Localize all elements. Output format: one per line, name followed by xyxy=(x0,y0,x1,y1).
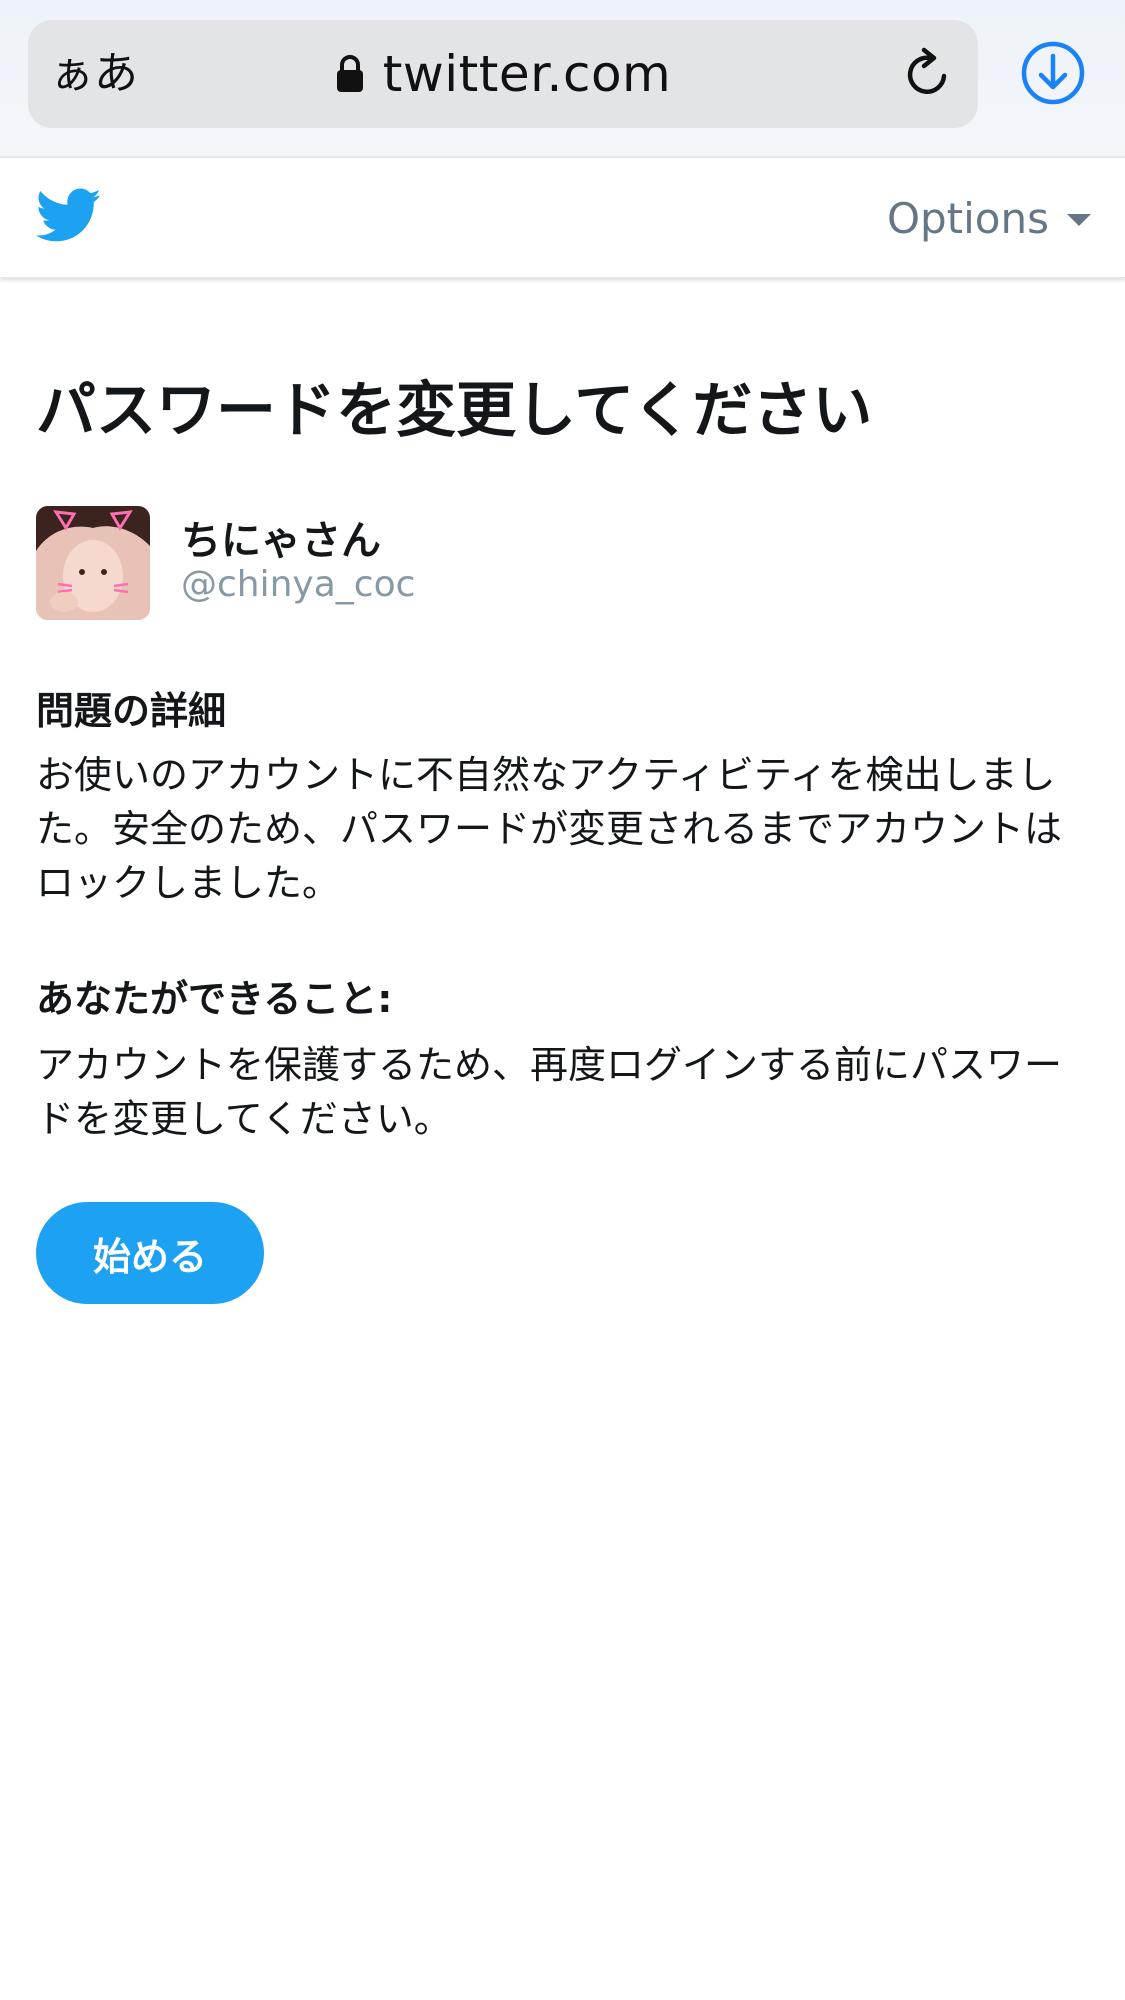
user-handle: @chinya_coc xyxy=(181,564,416,605)
download-icon[interactable] xyxy=(1020,40,1086,106)
options-label: Options xyxy=(886,193,1049,243)
what-you-can-do-heading: あなたができること: xyxy=(36,977,393,1021)
options-menu[interactable]: Options xyxy=(887,158,1091,278)
caret-down-icon xyxy=(1067,214,1091,226)
address-display[interactable]: twitter.com xyxy=(28,20,978,128)
reload-icon[interactable] xyxy=(900,46,956,102)
address-bar[interactable]: ぁあ twitter.com xyxy=(28,20,978,128)
page-title: パスワードを変更してください xyxy=(36,376,873,446)
url-domain: twitter.com xyxy=(382,45,672,103)
user-display-name: ちにゃさん xyxy=(181,518,381,564)
site-header: Options xyxy=(0,158,1125,278)
problem-details-text: お使いのアカウントに不自然なアクティビティを検出しました。安全のため、パスワード… xyxy=(36,753,1063,905)
start-button[interactable]: 始める xyxy=(36,1202,264,1304)
twitter-bird-icon[interactable] xyxy=(36,188,102,244)
what-you-can-do-text: アカウントを保護するため、再度ログインする前にパスワードを変更してください。 xyxy=(36,1043,1063,1141)
user-card: ちにゃさん @chinya_coc xyxy=(36,506,936,620)
problem-details-heading: 問題の詳細 xyxy=(36,689,227,733)
browser-toolbar: ぁあ twitter.com xyxy=(0,0,1125,158)
avatar xyxy=(36,506,150,620)
lock-icon xyxy=(336,55,363,92)
